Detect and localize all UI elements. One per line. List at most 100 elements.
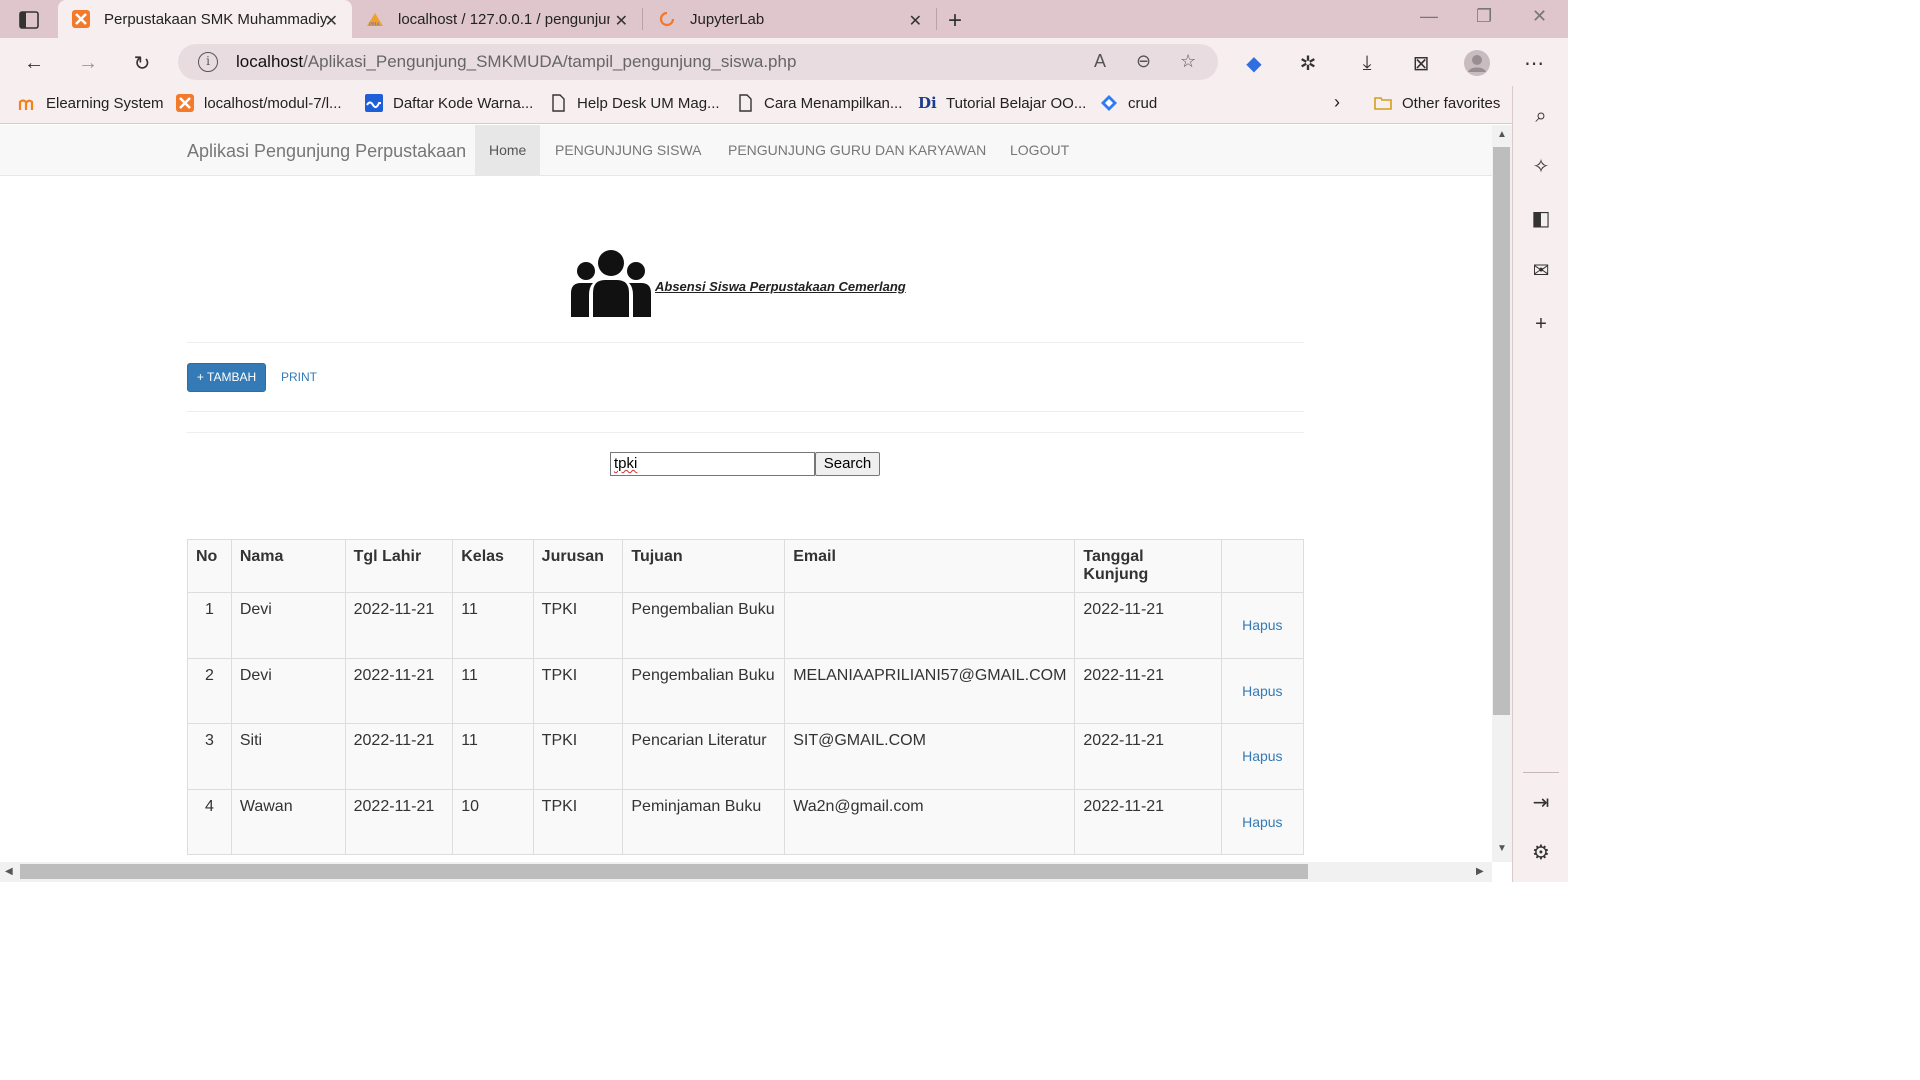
divider: [187, 411, 1304, 412]
scroll-up-arrow-icon[interactable]: ▲: [1497, 129, 1507, 140]
read-aloud-icon[interactable]: A: [1094, 51, 1106, 72]
column-header: Nama: [230, 539, 346, 593]
add-favorite-icon[interactable]: ☆: [1180, 51, 1196, 72]
search-button[interactable]: Search: [815, 452, 880, 476]
back-icon[interactable]: ←: [21, 50, 47, 76]
office-icon[interactable]: ◧: [1529, 206, 1553, 230]
xampp-favicon-icon: [72, 10, 90, 28]
delete-link[interactable]: Hapus: [1220, 592, 1305, 659]
cell-no: 4: [187, 788, 232, 855]
bookmarks-overflow-icon[interactable]: ›: [1334, 92, 1340, 113]
vertical-scrollbar[interactable]: ▲ ▼: [1492, 125, 1512, 862]
refresh-icon[interactable]: ↻: [129, 50, 155, 76]
downloads-icon[interactable]: ⤓: [1354, 50, 1380, 76]
close-window-icon[interactable]: ✕: [1532, 6, 1547, 27]
table-row: 1 Devi 2022-11-21 11 TPKI Pengembalian B…: [187, 592, 1305, 659]
users-group-icon: [571, 250, 651, 317]
page-title[interactable]: Absensi Siswa Perpustakaan Cemerlang: [655, 279, 906, 294]
delete-link[interactable]: Hapus: [1220, 788, 1305, 855]
visitor-table: No Nama Tgl Lahir Kelas Jurusan Tujuan E…: [187, 539, 1305, 855]
settings-gear-icon[interactable]: ⚙: [1529, 840, 1553, 864]
add-sidebar-app-icon[interactable]: +: [1529, 312, 1553, 336]
math-solver-icon[interactable]: ⊠: [1408, 50, 1434, 76]
minimize-icon[interactable]: —: [1420, 6, 1438, 27]
close-tab-icon[interactable]: ✕: [325, 11, 338, 31]
more-menu-icon[interactable]: ⋯: [1521, 50, 1547, 76]
scroll-left-arrow-icon[interactable]: ◀: [5, 866, 13, 877]
cell-tgl-lahir: 2022-11-21: [344, 592, 454, 659]
app-navbar: Aplikasi Pengunjung Perpustakaan Home PE…: [0, 125, 1492, 176]
divider: [187, 342, 1304, 343]
extensions-icon[interactable]: ✲: [1295, 50, 1321, 76]
bookmark-crud[interactable]: crud: [1100, 94, 1157, 112]
column-header: Email: [784, 539, 1076, 593]
cell-tgl-lahir: 2022-11-21: [344, 657, 454, 724]
cell-jurusan: TPKI: [532, 592, 624, 659]
app-brand[interactable]: Aplikasi Pengunjung Perpustakaan: [187, 141, 466, 162]
di-logo-icon: Di: [918, 94, 937, 112]
hide-sidebar-icon[interactable]: ⇥: [1529, 790, 1553, 814]
add-button[interactable]: + TAMBAH: [187, 363, 266, 392]
nav-home[interactable]: Home: [475, 125, 541, 175]
page-icon: [552, 94, 565, 112]
horizontal-scroll-thumb[interactable]: [20, 864, 1308, 879]
browser-window: Perpustakaan SMK Muhammadiy ✕ PMA localh…: [0, 0, 1568, 882]
scroll-right-arrow-icon[interactable]: ▶: [1476, 866, 1484, 877]
bookmark-tutorial-oop[interactable]: Di Tutorial Belajar OO...: [918, 94, 1086, 112]
table-row: 4 Wawan 2022-11-21 10 TPKI Peminjaman Bu…: [187, 788, 1305, 855]
scroll-down-arrow-icon[interactable]: ▼: [1497, 843, 1507, 854]
cell-no: 2: [187, 657, 232, 724]
print-link[interactable]: PRINT: [281, 370, 317, 384]
tab-phpmyadmin[interactable]: PMA localhost / 127.0.0.1 / pengunjun ✕: [352, 0, 642, 38]
cell-jurusan: TPKI: [532, 657, 624, 724]
extension-badge-icon[interactable]: ◆: [1241, 50, 1267, 76]
bookmark-modul7[interactable]: localhost/modul-7/l...: [176, 94, 342, 112]
cell-nama: Devi: [230, 592, 346, 659]
cell-tanggal-kunjung: 2022-11-21: [1074, 592, 1222, 659]
tab-title: Perpustakaan SMK Muhammadiy: [104, 10, 328, 28]
page-header: Absensi Siswa Perpustakaan Cemerlang: [571, 249, 906, 317]
tab-perpustakaan[interactable]: Perpustakaan SMK Muhammadiy ✕: [58, 0, 352, 38]
close-tab-icon[interactable]: ✕: [615, 11, 628, 31]
folder-icon: [1374, 97, 1392, 110]
vertical-scroll-thumb[interactable]: [1493, 147, 1510, 715]
bookmark-cara-menampilkan[interactable]: Cara Menampilkan...: [736, 94, 902, 112]
outlook-icon[interactable]: ✉: [1529, 258, 1553, 282]
nav-logout[interactable]: LOGOUT: [996, 125, 1083, 175]
bookmark-elearning[interactable]: Elearning System: [18, 94, 164, 112]
site-info-icon[interactable]: i: [198, 52, 218, 72]
copilot-icon[interactable]: ✧: [1529, 154, 1553, 178]
column-header: Kelas: [452, 539, 534, 593]
delete-link[interactable]: Hapus: [1220, 657, 1305, 724]
cell-tanggal-kunjung: 2022-11-21: [1074, 788, 1222, 855]
tab-jupyterlab[interactable]: JupyterLab ✕: [644, 0, 936, 38]
xampp-icon: [176, 94, 194, 112]
column-header: Jurusan: [532, 539, 624, 593]
forward-icon[interactable]: →: [75, 50, 101, 76]
cell-nama: Wawan: [230, 788, 346, 855]
zoom-icon[interactable]: ⊖: [1136, 51, 1151, 72]
delete-link[interactable]: Hapus: [1220, 723, 1305, 790]
address-bar[interactable]: i localhost/Aplikasi_Pengunjung_SMKMUDA/…: [178, 44, 1218, 80]
search-input[interactable]: tpki: [610, 452, 815, 476]
url-text[interactable]: localhost/Aplikasi_Pengunjung_SMKMUDA/ta…: [236, 52, 796, 72]
nav-pengunjung-siswa[interactable]: PENGUNJUNG SISWA: [541, 125, 716, 175]
nav-pengunjung-guru[interactable]: PENGUNJUNG GURU DAN KARYAWAN: [714, 125, 1000, 175]
horizontal-scrollbar[interactable]: ◀ ▶: [0, 862, 1492, 882]
bookmark-kode-warna[interactable]: Daftar Kode Warna...: [365, 94, 533, 112]
column-header: [1220, 539, 1305, 593]
profile-avatar[interactable]: [1464, 50, 1490, 76]
tab-actions-button[interactable]: [12, 7, 46, 33]
column-header: Tujuan: [622, 539, 786, 593]
search-icon[interactable]: ⌕: [1529, 104, 1553, 128]
bookmark-help-desk[interactable]: Help Desk UM Mag...: [549, 94, 720, 112]
tab-actions-icon: [19, 11, 39, 29]
restore-icon[interactable]: ❐: [1476, 6, 1492, 27]
cell-nama: Siti: [230, 723, 346, 790]
close-tab-icon[interactable]: ✕: [909, 11, 922, 31]
new-tab-icon[interactable]: +: [948, 7, 962, 35]
other-favorites[interactable]: Other favorites: [1374, 94, 1500, 112]
search-input-value: tpki: [614, 455, 638, 472]
avatar-icon: [1464, 50, 1490, 76]
cell-no: 3: [187, 723, 232, 790]
